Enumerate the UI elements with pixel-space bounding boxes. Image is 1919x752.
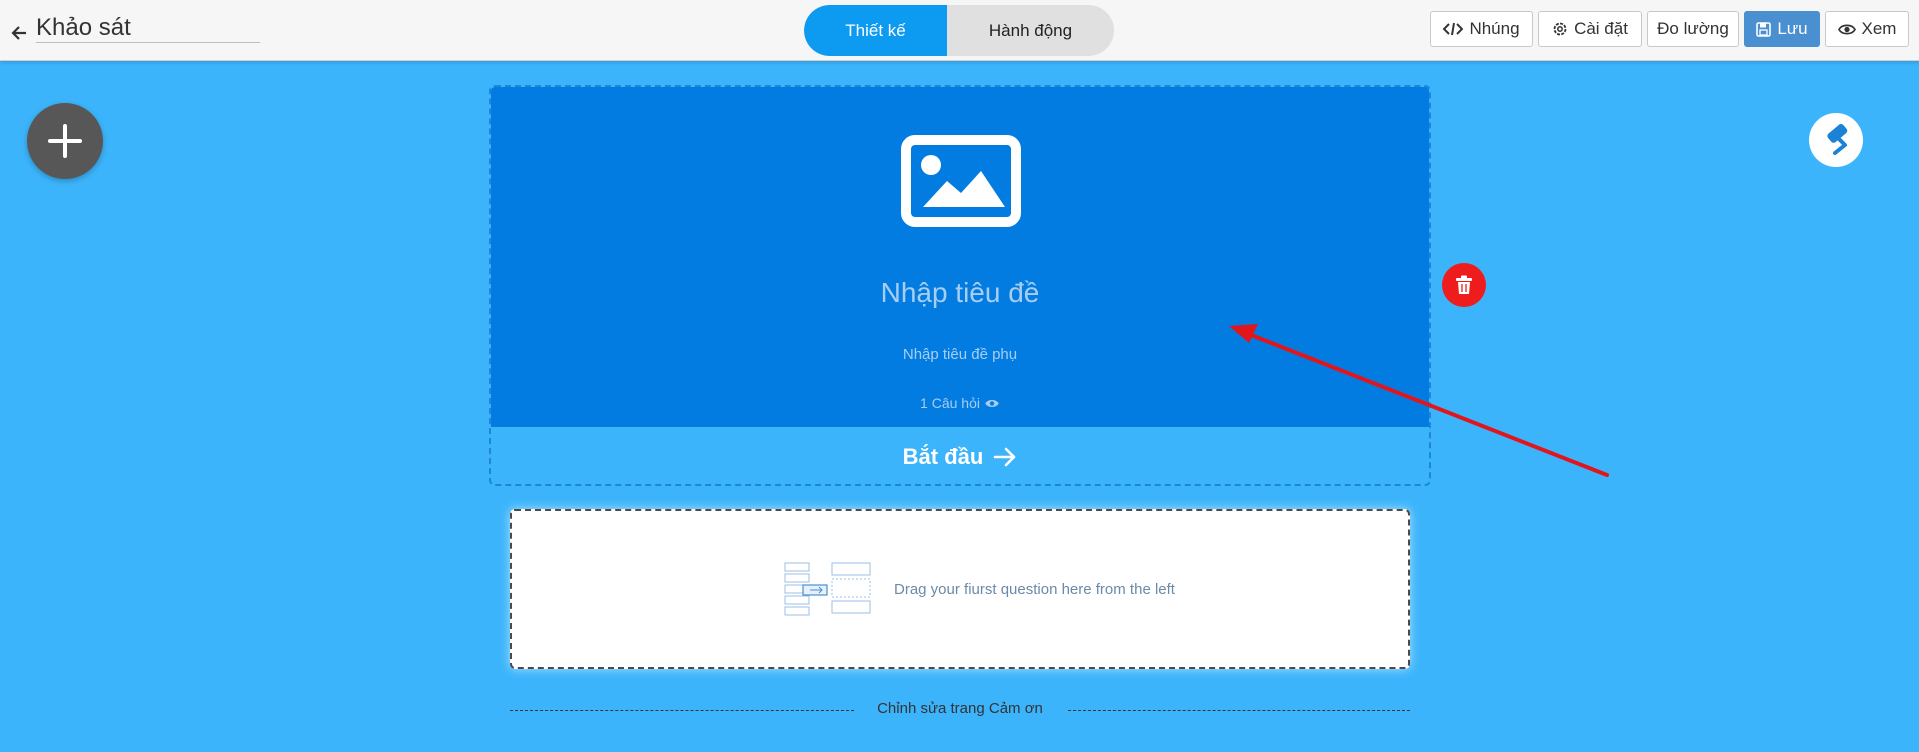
trash-icon <box>1456 275 1472 294</box>
tab-actions[interactable]: Hành động <box>947 5 1114 56</box>
measure-label: Đo lường <box>1657 19 1729 38</box>
edit-thankyou-link[interactable]: Chỉnh sửa trang Cảm ơn <box>860 700 1060 717</box>
question-count-label: 1 Câu hỏi <box>920 395 980 411</box>
code-icon <box>1443 21 1464 37</box>
embed-button[interactable]: Nhúng <box>1430 11 1533 47</box>
paint-roller-icon <box>1827 123 1848 155</box>
eye-icon <box>1837 23 1856 36</box>
divider-left <box>510 710 854 711</box>
preview-button[interactable]: Xem <box>1825 11 1909 47</box>
drag-illustration-icon <box>784 562 871 616</box>
welcome-title-input[interactable]: Nhập tiêu đề <box>491 277 1429 309</box>
question-count: 1 Câu hỏi <box>491 395 1429 411</box>
measure-button[interactable]: Đo lường <box>1647 11 1739 47</box>
top-bar: Khảo sát Thiết kế Hành động Nhúng Cài đặ… <box>0 0 1919 61</box>
preview-label: Xem <box>1861 19 1897 38</box>
back-arrow-icon[interactable] <box>10 20 30 44</box>
eye-icon <box>985 399 999 407</box>
embed-label: Nhúng <box>1469 19 1520 38</box>
welcome-header: Nhập tiêu đề Nhập tiêu đề phụ 1 Câu hỏi <box>491 87 1429 427</box>
plus-icon <box>48 124 82 158</box>
drop-zone-hint: Drag your fiurst question here from the … <box>894 581 1175 598</box>
image-icon[interactable] <box>901 135 1021 227</box>
gear-icon <box>1552 21 1568 37</box>
save-label: Lưu <box>1777 19 1808 38</box>
save-button[interactable]: Lưu <box>1744 11 1820 47</box>
tab-design[interactable]: Thiết kế <box>804 5 947 56</box>
arrow-right-icon <box>994 447 1016 466</box>
welcome-screen-card[interactable]: Nhập tiêu đề Nhập tiêu đề phụ 1 Câu hỏi … <box>489 85 1431 486</box>
start-button[interactable]: Bắt đầu <box>491 427 1429 484</box>
welcome-subtitle-input[interactable]: Nhập tiêu đề phụ <box>491 346 1429 363</box>
theme-button[interactable] <box>1809 113 1863 167</box>
divider-right <box>1068 710 1410 711</box>
settings-label: Cài đặt <box>1574 19 1628 38</box>
start-label: Bắt đầu <box>902 443 984 469</box>
survey-title[interactable]: Khảo sát <box>36 14 260 43</box>
add-question-button[interactable] <box>27 103 103 179</box>
settings-button[interactable]: Cài đặt <box>1538 11 1642 47</box>
mode-tabs: Thiết kế Hành động <box>804 5 1114 56</box>
question-drop-zone[interactable]: Drag your fiurst question here from the … <box>510 509 1410 669</box>
delete-welcome-button[interactable] <box>1442 263 1486 307</box>
save-icon <box>1756 21 1772 37</box>
